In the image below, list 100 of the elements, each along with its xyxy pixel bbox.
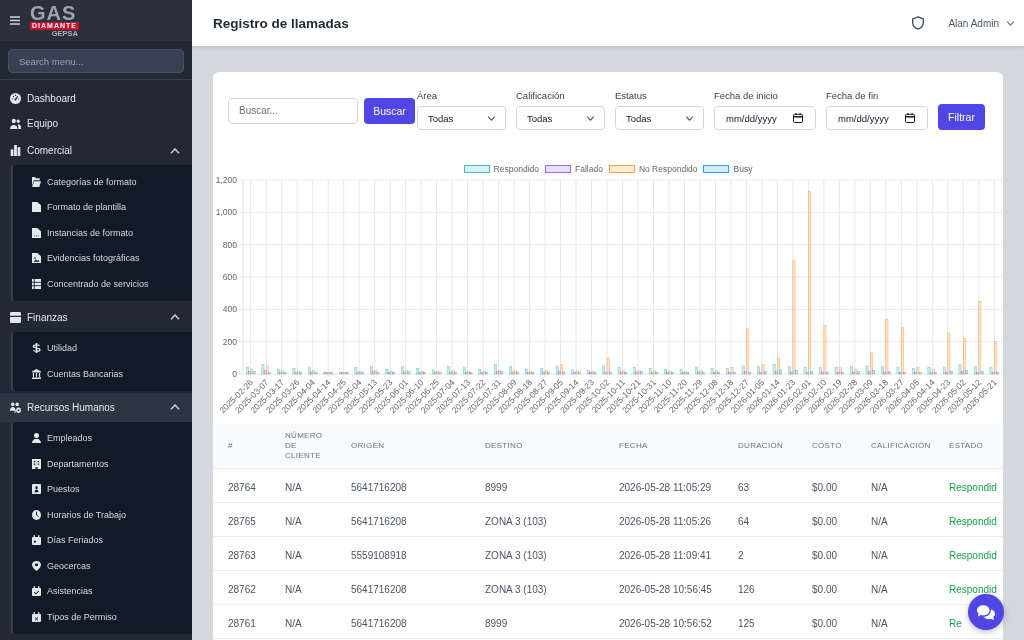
table-cell: $0.00 (812, 481, 838, 493)
image-file-icon (32, 253, 41, 264)
axis-label: 400 (222, 304, 237, 315)
card-icon (10, 311, 21, 323)
menu-group[interactable]: Finanzas (0, 302, 192, 332)
users-icon (10, 118, 21, 129)
table-cell: 2026-05-28 11:05:29 (619, 481, 712, 493)
table-cell: 2 (738, 549, 744, 561)
axis-label: 0 (232, 369, 237, 379)
menu-item[interactable]: Tipos de Permiso (13, 604, 192, 630)
table-cell: Respondid (949, 481, 997, 493)
column-header: ORIGEN (351, 441, 385, 451)
table-cell: Respondid (949, 549, 997, 561)
table-cell: N/A (871, 515, 888, 527)
field-label: Área (417, 91, 439, 101)
list-icon (32, 278, 41, 289)
menu-item[interactable]: Asistencias (13, 578, 192, 604)
menu-item[interactable]: Categorías de formato (13, 169, 192, 195)
column-header: DESTINO (485, 441, 523, 451)
table-cell: $0.00 (812, 515, 838, 527)
menu-group[interactable]: Recursos Humanos (0, 392, 192, 422)
table-cell: ZONA 3 (103) (485, 583, 547, 595)
menu-item[interactable]: Puestos (13, 476, 192, 502)
menu-item[interactable]: Formato de plantilla (13, 194, 192, 220)
menu-item[interactable]: Equipo (0, 111, 192, 136)
axis-label: 1,000 (215, 207, 237, 218)
calendar-icon (905, 113, 915, 123)
menu-item[interactable]: Geocercas (13, 553, 192, 579)
chat-icon (977, 604, 995, 620)
table-cell: 8999 (485, 481, 508, 493)
person-icon (32, 433, 41, 444)
date-field[interactable]: mm/dd/yyyy (826, 106, 928, 130)
column-header: COSTO (812, 441, 842, 451)
menu-item[interactable]: Dashboard (0, 86, 192, 111)
calendar-x-icon (32, 611, 41, 622)
calendar-icon (793, 113, 803, 123)
menu-item[interactable]: Evidencias fotográficas (13, 245, 192, 271)
column-header: # (228, 441, 233, 451)
page-title: Registro de llamadas (213, 15, 350, 31)
menu-group[interactable]: Comercial (0, 136, 192, 165)
table-cell: N/A (285, 617, 302, 629)
menu-item[interactable]: Utilidad (13, 335, 192, 361)
table-cell: 63 (738, 481, 750, 493)
folder-icon (32, 176, 41, 187)
table-cell: N/A (285, 583, 302, 595)
axis-label: 200 (222, 336, 237, 347)
people-icon (10, 401, 21, 413)
table-cell: 28762 (228, 583, 256, 595)
field-label: Fecha de fin (826, 91, 880, 101)
column-header: ESTADO (949, 441, 984, 451)
table-cell: 125 (738, 617, 755, 629)
bar-chart-icon (10, 145, 21, 156)
column-header: NÚMERO DE CLIENTE (285, 431, 323, 461)
table-cell: 8999 (485, 617, 508, 629)
legend-label[interactable]: No Respondido (638, 164, 698, 174)
legend-label[interactable]: Respondido (493, 164, 539, 174)
shield-icon[interactable] (912, 16, 925, 30)
field-label: Estatus (615, 91, 648, 101)
menu-item[interactable]: Cuentas Bancarias (13, 361, 192, 387)
table-cell: ZONA 3 (103) (485, 515, 547, 527)
table-cell: N/A (285, 481, 302, 493)
axis-label: 600 (222, 272, 237, 282)
menu-item[interactable]: Departamentos (13, 451, 192, 477)
table-cell: Respondid (949, 583, 997, 595)
menu-item[interactable]: Instancias de formato (13, 220, 192, 246)
menu-item[interactable]: Concentrado de servicios (13, 271, 192, 297)
table-cell: N/A (871, 583, 888, 595)
filter-button[interactable]: Filtrar (938, 104, 985, 130)
dropdown[interactable]: Todas (615, 106, 704, 130)
table-cell: $0.00 (812, 549, 838, 561)
dollar-icon (32, 343, 41, 354)
table-cell: N/A (285, 515, 302, 527)
date-field[interactable]: mm/dd/yyyy (714, 106, 816, 130)
table-cell: 5641716208 (351, 617, 407, 629)
dropdown[interactable]: Todas (417, 106, 506, 130)
table-cell: N/A (285, 549, 302, 561)
table-cell: 2026-05-28 10:56:52 (619, 617, 712, 629)
column-header: FECHA (619, 441, 648, 451)
table-cell: 126 (738, 583, 755, 595)
menu-item[interactable]: Días Feriados (13, 527, 192, 553)
table-cell: 28765 (228, 515, 256, 527)
menu-item[interactable]: Empleados (13, 425, 192, 451)
table-cell: 64 (738, 515, 750, 527)
table-cell: 28761 (228, 617, 256, 629)
clock-icon (32, 509, 41, 520)
user-menu[interactable]: Alan Admin (948, 17, 1015, 29)
badge-icon (32, 484, 41, 495)
legend-label[interactable]: Fallado (575, 164, 603, 174)
table-cell: N/A (871, 549, 888, 561)
search-button[interactable]: Buscar (364, 97, 415, 124)
search-field[interactable]: Search menu... (8, 49, 184, 73)
file-icon (32, 202, 41, 213)
legend-label[interactable]: Busy (733, 164, 753, 174)
table-cell: 2026-05-28 11:05:26 (619, 515, 712, 527)
calendar-check-icon (32, 586, 41, 597)
column-header: DURACIÓN (738, 441, 784, 451)
calendar-icon (32, 535, 41, 546)
menu-icon[interactable] (10, 16, 20, 25)
dropdown[interactable]: Todas (516, 106, 605, 130)
menu-item[interactable]: Horarios de Trabajo (13, 502, 192, 528)
